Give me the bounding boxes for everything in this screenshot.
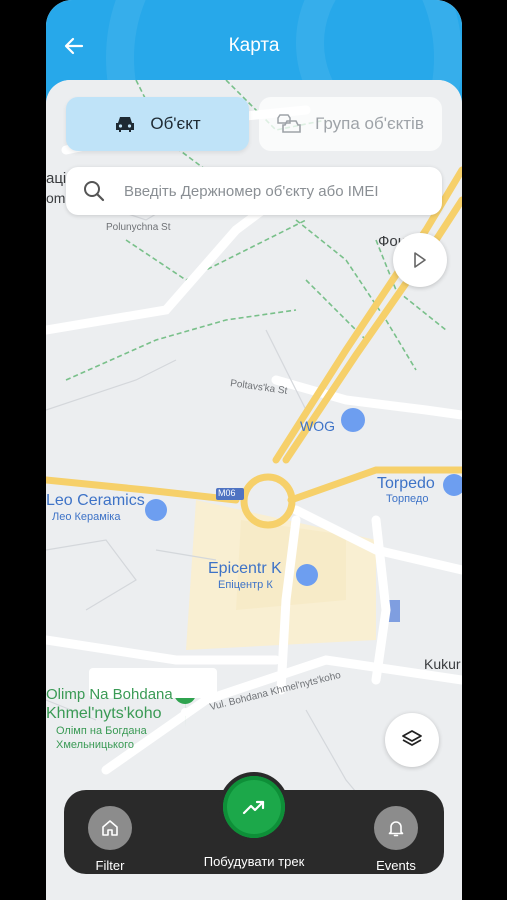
map-label-leo-ceramics: Leo Ceramics — [46, 492, 145, 509]
filter-label: Filter — [95, 858, 125, 873]
map-label-edge-1: ацi — [46, 170, 67, 187]
object-type-tabs: Об'єкт Група об'єктів — [66, 97, 442, 151]
map-label-epicentr-ua: Епіцентр К — [218, 579, 273, 591]
map-label-polunychna: Polunychna St — [106, 222, 171, 233]
home-icon — [88, 806, 132, 850]
car-group-icon — [277, 114, 301, 133]
map-label-edge-2: om — [46, 190, 66, 206]
map-label-olimp-ua-2: Хмельницького — [56, 739, 134, 751]
events-button[interactable]: Events — [374, 806, 418, 873]
layers-icon — [402, 730, 422, 746]
search-icon — [66, 180, 122, 202]
map-label-kukur: Kukur — [424, 656, 461, 672]
events-label: Events — [376, 858, 416, 873]
page-title: Карта — [228, 35, 280, 56]
tab-object-group[interactable]: Група об'єктів — [259, 97, 442, 151]
map-label-olimp-2: Khmel'nyts'koho — [46, 705, 162, 722]
tab-object-group-label: Група об'єктів — [315, 114, 424, 133]
map-label-wog: WOG — [300, 418, 335, 434]
tab-object-label: Об'єкт — [150, 114, 201, 133]
play-button[interactable] — [393, 233, 447, 287]
bell-icon — [374, 806, 418, 850]
map-label-m06: M06 — [218, 488, 236, 498]
play-icon — [414, 252, 426, 268]
search-bar — [66, 167, 442, 215]
map-label-olimp-ua-1: Олімп на Богдана — [56, 725, 147, 737]
map-label-olimp-1: Olimp Na Bohdana — [46, 686, 173, 703]
build-track-label: Побудувати трек — [203, 854, 305, 869]
filter-button[interactable]: Filter — [88, 806, 132, 873]
bottom-navigation: Filter Побудувати трек Events — [64, 772, 444, 874]
trending-up-icon — [242, 800, 265, 815]
map-label-leo-ceramics-ua: Лео Кераміка — [52, 511, 121, 523]
map-sheet: Polunychna St Poltavs'ka St Фонтал ацi o… — [46, 80, 462, 900]
search-input[interactable] — [122, 181, 442, 201]
track-button-ring — [219, 772, 289, 842]
car-icon — [116, 117, 135, 132]
map-label-torpedo-ua: Торпедо — [386, 493, 429, 505]
layers-button[interactable] — [385, 713, 439, 767]
phone-screen: Карта Polunychna St Poltavs'ka St ацi om… — [46, 0, 462, 900]
tab-object[interactable]: Об'єкт — [66, 97, 249, 151]
build-track-button[interactable] — [223, 776, 285, 838]
map-label-torpedo: Torpedo — [377, 475, 435, 492]
map-label-epicentr: Epicentr K — [208, 560, 282, 577]
